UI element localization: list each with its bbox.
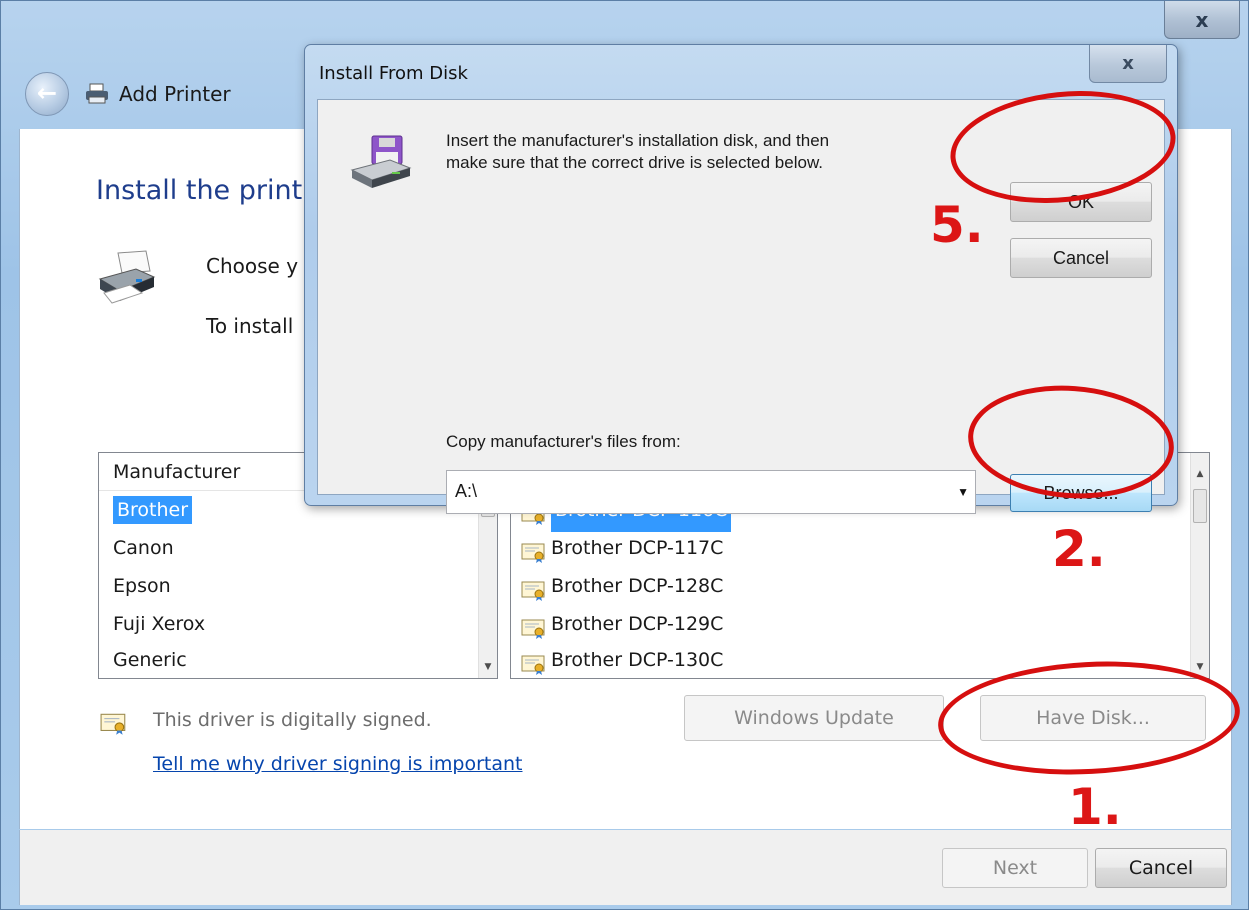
annotation-step-label: 2.: [1052, 520, 1106, 578]
certificate-icon: [521, 576, 547, 601]
list-item[interactable]: Brother DCP-130C: [511, 641, 1209, 678]
browse-button[interactable]: Browse...: [1010, 474, 1152, 512]
dialog-message: Insert the manufacturer's installation d…: [446, 130, 966, 174]
page-title: Install the print: [96, 175, 303, 206]
back-arrow-icon: ←: [36, 78, 58, 107]
instruction-text-secondary: To install: [206, 314, 294, 338]
annotation-step-label: 1.: [1068, 778, 1122, 836]
dialog-message-line: Insert the manufacturer's installation d…: [446, 131, 830, 150]
list-item[interactable]: Canon: [99, 529, 497, 567]
annotation-step-label: 5.: [930, 196, 984, 254]
list-item[interactable]: Fuji Xerox: [99, 605, 497, 643]
next-button[interactable]: Next: [942, 848, 1088, 888]
scroll-down-icon[interactable]: ▼: [479, 658, 497, 676]
model-scrollbar[interactable]: ▲ ▼: [1190, 453, 1209, 678]
have-disk-button[interactable]: Have Disk...: [980, 695, 1206, 741]
wizard-footer: Next Cancel: [19, 830, 1232, 905]
copy-files-label: Copy manufacturer's files from:: [446, 432, 681, 451]
instruction-text: Choose y: [206, 254, 299, 278]
source-path-combobox[interactable]: A:\ ▼: [446, 470, 976, 514]
ok-button[interactable]: OK: [1010, 182, 1152, 222]
chevron-down-icon[interactable]: ▼: [957, 485, 969, 499]
floppy-disk-drive-icon: [348, 134, 414, 194]
scrollbar-thumb[interactable]: [1193, 489, 1207, 523]
dialog-cancel-button[interactable]: Cancel: [1010, 238, 1152, 278]
source-path-value[interactable]: A:\: [455, 481, 477, 502]
certificate-icon: [100, 713, 128, 735]
list-item[interactable]: Brother DCP-129C: [511, 605, 1209, 643]
scroll-down-icon[interactable]: ▼: [1191, 658, 1209, 676]
wizard-title: Add Printer: [119, 82, 231, 106]
dialog-title: Install From Disk: [319, 63, 468, 84]
certificate-icon: [521, 650, 547, 675]
list-item[interactable]: Generic: [99, 641, 497, 678]
dialog-content: Insert the manufacturer's installation d…: [317, 99, 1165, 514]
scroll-up-icon[interactable]: ▲: [1191, 465, 1209, 483]
close-icon: x: [1195, 7, 1209, 32]
close-icon: x: [1122, 53, 1134, 74]
printer-icon: [96, 249, 158, 309]
certificate-icon: [521, 538, 547, 563]
install-from-disk-dialog: Install From Disk x Insert the manufactu…: [304, 44, 1178, 514]
windows-update-button[interactable]: Windows Update: [684, 695, 944, 741]
printer-icon: [85, 83, 109, 105]
back-button[interactable]: ←: [25, 72, 69, 116]
certificate-icon: [521, 614, 547, 639]
dialog-message-line: make sure that the correct drive is sele…: [446, 153, 824, 172]
list-item[interactable]: Epson: [99, 567, 497, 605]
driver-signing-link[interactable]: Tell me why driver signing is important: [153, 753, 523, 775]
driver-signed-status: This driver is digitally signed.: [153, 709, 432, 731]
dialog-close-button[interactable]: x: [1089, 45, 1167, 83]
window-close-button[interactable]: x: [1164, 1, 1240, 39]
cancel-button[interactable]: Cancel: [1095, 848, 1227, 888]
